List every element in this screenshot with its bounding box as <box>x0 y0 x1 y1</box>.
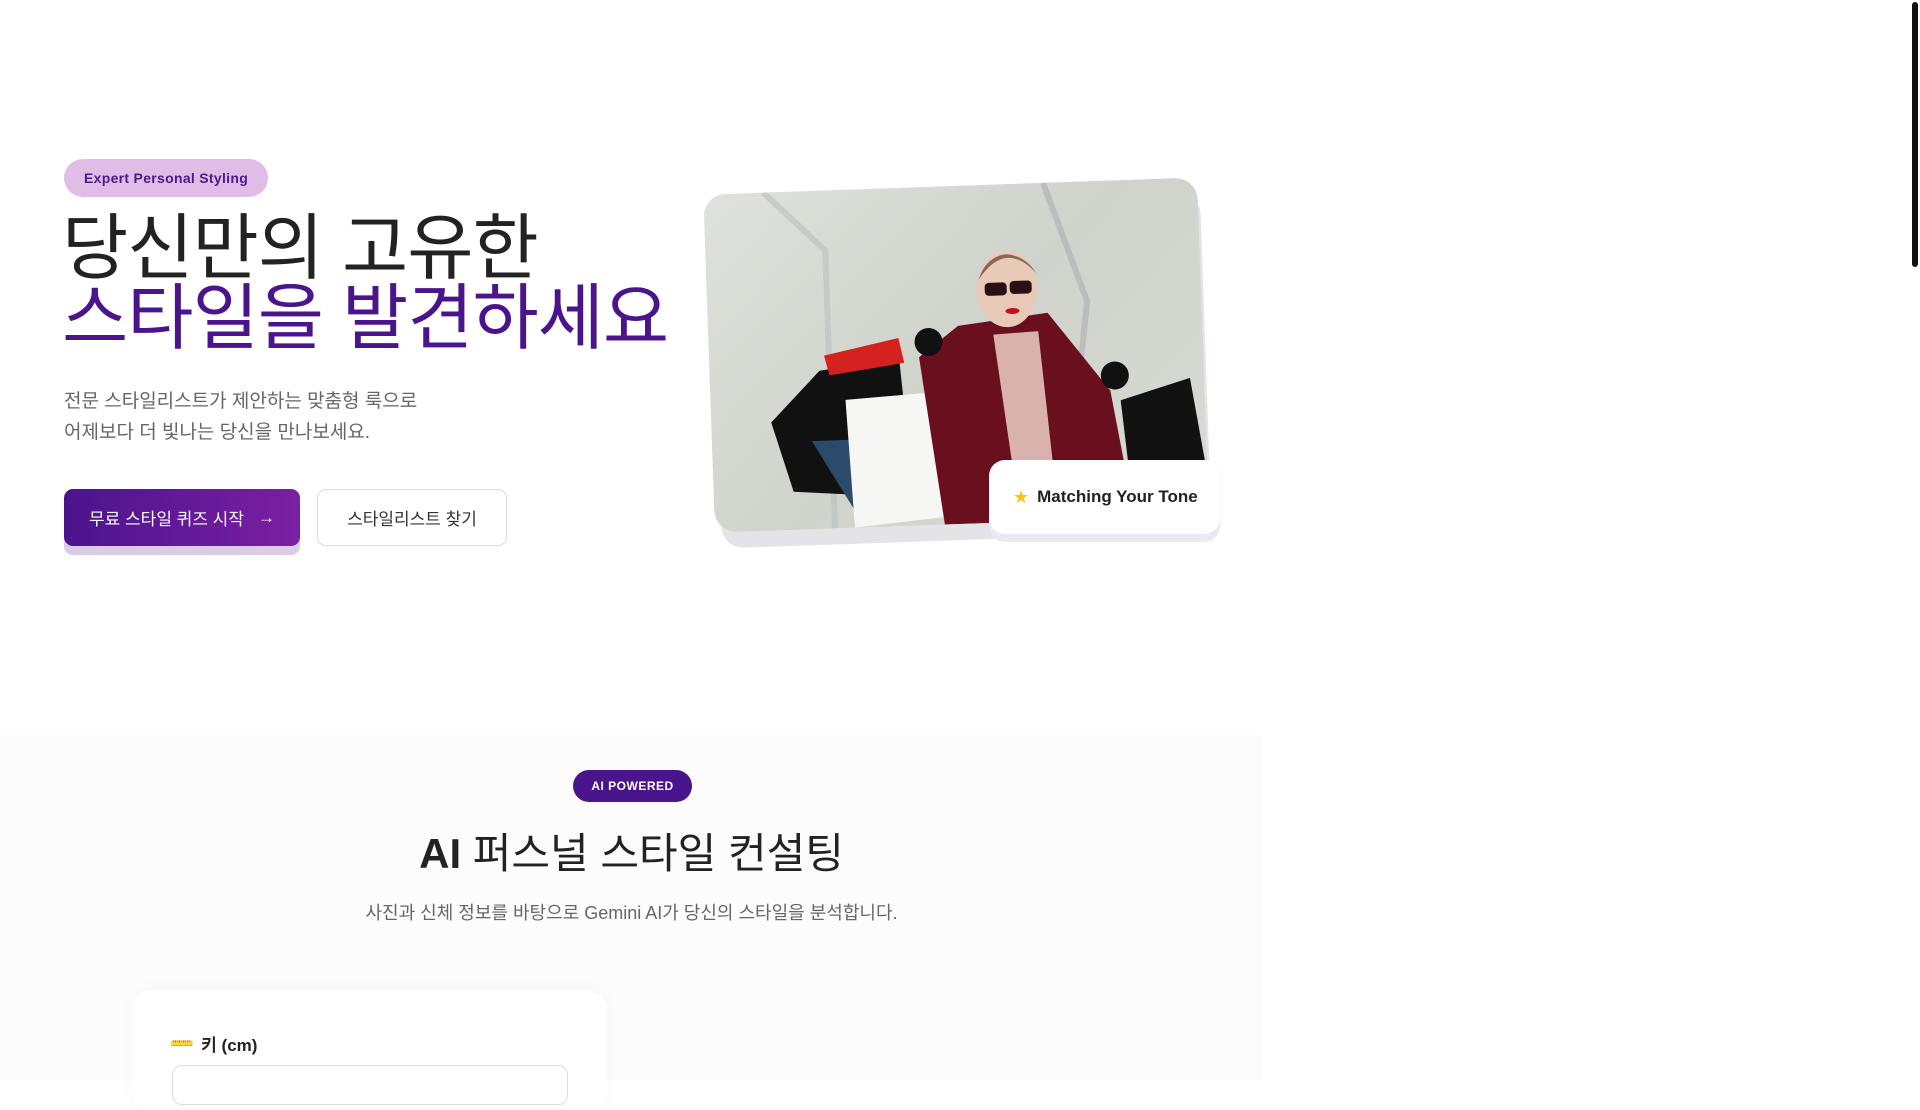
star-icon: ★ <box>1013 486 1030 507</box>
title-rest: 퍼스널 스타일 컨설팅 <box>461 830 844 877</box>
description-line1: 전문 스타일리스트가 제안하는 맞춤형 룩으로 <box>64 391 418 412</box>
description-line2: 어제보다 더 빛나는 당신을 만나보세요. <box>64 422 371 443</box>
arrow-right-icon: → <box>257 507 275 527</box>
title-bold: AI <box>419 830 462 877</box>
height-label-text: 키 (cm) <box>201 1036 258 1055</box>
find-stylist-button[interactable]: 스타일리스트 찾기 <box>317 489 507 546</box>
matching-tone-label: Matching Your Tone <box>1037 487 1198 506</box>
ai-section-title: AI 퍼스널 스타일 컨설팅 <box>0 820 1263 881</box>
hero-badge: Expert Personal Styling <box>64 159 269 197</box>
matching-tone-tag: ★ Matching Your Tone <box>989 460 1220 534</box>
ai-powered-badge: AI POWERED <box>573 770 692 802</box>
ruler-icon: 📏 <box>168 1028 197 1058</box>
start-quiz-label: 무료 스타일 퀴즈 시작 <box>89 510 244 529</box>
height-input[interactable] <box>172 1065 568 1105</box>
ai-section-subtitle: 사진과 신체 정보를 바탕으로 Gemini AI가 당신의 스타일을 분석합니… <box>365 903 898 923</box>
hero-title: 당신만의 고유한 스타일을 발견하세요 <box>62 213 669 359</box>
hero-title-line2: 스타일을 발견하세요 <box>62 279 669 359</box>
hero-description: 전문 스타일리스트가 제안하는 맞춤형 룩으로어제보다 더 빛나는 당신을 만나… <box>64 386 417 448</box>
start-quiz-button[interactable]: 무료 스타일 퀴즈 시작 → <box>64 489 300 546</box>
hero-title-line1: 당신만의 고유한 <box>62 209 539 289</box>
height-label: 📏 키 (cm) <box>168 1029 258 1057</box>
scrollbar-thumb[interactable] <box>1912 2 1918 267</box>
